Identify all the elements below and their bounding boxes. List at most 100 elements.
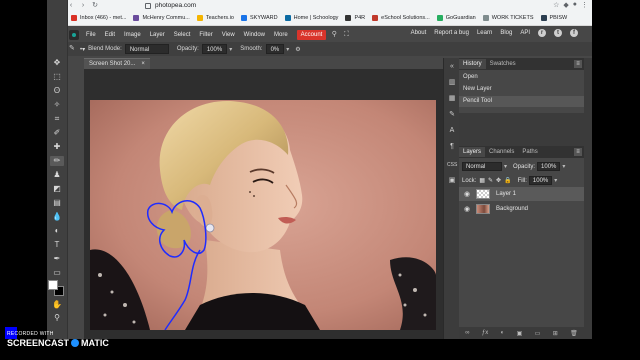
history-item[interactable]: New Layer xyxy=(459,84,584,95)
menu-select[interactable]: Select xyxy=(174,32,191,38)
link-report-bug[interactable]: Report a bug xyxy=(434,30,469,36)
bookmark-teachers[interactable]: Teachers.io xyxy=(196,15,234,21)
bookmark-eschool[interactable]: eSchool Solutions... xyxy=(372,15,430,21)
fill-dropdown-icon[interactable]: ▾ xyxy=(554,177,557,184)
layer-row[interactable]: ◉ Background xyxy=(459,202,584,216)
zoom-tool-icon[interactable]: ⚲ xyxy=(50,313,64,323)
kebab-menu-icon[interactable]: ⋮ xyxy=(581,1,588,9)
eye-icon[interactable]: ◉ xyxy=(462,190,472,198)
brush-icon[interactable]: ✎ xyxy=(447,110,457,120)
layer-blend-dropdown-icon[interactable]: ▾ xyxy=(504,163,507,170)
menu-filter[interactable]: Filter xyxy=(199,32,212,38)
eraser-tool-icon[interactable]: ◩ xyxy=(50,184,64,194)
link-api[interactable]: API xyxy=(520,30,530,36)
twitter-icon[interactable]: t xyxy=(554,29,562,37)
bookmark-gmail[interactable]: Inbox (466) - met... xyxy=(71,15,126,21)
blur-tool-icon[interactable]: 💧 xyxy=(50,212,64,222)
menu-edit[interactable]: Edit xyxy=(105,32,115,38)
bookmark-skyward[interactable]: SKYWARD xyxy=(240,15,278,21)
pencil-tool-icon[interactable]: ✏ xyxy=(50,156,64,166)
menu-image[interactable]: Image xyxy=(124,32,141,38)
address-field[interactable]: photopea.com xyxy=(145,1,196,10)
type-tool-icon[interactable]: T xyxy=(50,240,64,250)
pencil-icon[interactable]: ✎ xyxy=(69,45,77,53)
lock-all-icon[interactable]: 🔒 xyxy=(504,177,511,184)
layer-opacity-dropdown-icon[interactable]: ▾ xyxy=(562,163,565,170)
pen-tool-icon[interactable]: ✒ xyxy=(50,254,64,264)
dodge-tool-icon[interactable]: ◐ xyxy=(50,226,64,236)
tab-layers[interactable]: Layers xyxy=(459,147,486,157)
profile-icon[interactable]: ● xyxy=(573,1,577,9)
menu-file[interactable]: File xyxy=(86,32,96,38)
bookmark-pbisw[interactable]: PBISW xyxy=(540,15,567,21)
bookmark-work-tickets[interactable]: WORK TICKETS xyxy=(482,15,534,21)
tab-swatches[interactable]: Swatches xyxy=(486,59,520,69)
layer-opacity-field[interactable]: 100% xyxy=(537,162,561,171)
facebook-icon[interactable]: f xyxy=(570,29,578,37)
star-icon[interactable]: ☆ xyxy=(553,1,559,9)
layer-blend-select[interactable]: Normal xyxy=(462,162,502,171)
blend-mode-select[interactable]: Normal xyxy=(124,44,169,54)
lasso-tool-icon[interactable]: ʘ xyxy=(50,86,64,96)
link-learn[interactable]: Learn xyxy=(477,30,492,36)
layer-row[interactable]: ◉ Layer 1 xyxy=(459,187,584,201)
menu-view[interactable]: View xyxy=(222,32,235,38)
tab-history[interactable]: History xyxy=(459,59,486,69)
link-about[interactable]: About xyxy=(411,30,427,36)
smooth-dropdown-icon[interactable]: ▾ xyxy=(286,46,289,53)
color-swatches[interactable] xyxy=(48,280,66,298)
hand-tool-icon[interactable]: ✋ xyxy=(50,300,64,310)
clone-stamp-tool-icon[interactable]: ♟ xyxy=(50,170,64,180)
lock-move-icon[interactable]: ✥ xyxy=(496,177,501,184)
magic-wand-tool-icon[interactable]: ✧ xyxy=(50,100,64,110)
lock-paint-icon[interactable]: ✎ xyxy=(488,177,493,184)
character-icon[interactable]: A xyxy=(447,126,457,136)
layer-effects-icon[interactable]: ƒx xyxy=(482,330,488,336)
back-icon[interactable]: ‹ xyxy=(67,1,75,10)
move-tool-icon[interactable]: ✥ xyxy=(50,58,64,68)
brush-size-icon[interactable]: •▾ xyxy=(80,46,85,53)
smooth-field[interactable]: 0% xyxy=(265,44,285,54)
fill-field[interactable]: 100% xyxy=(528,176,553,185)
menu-window[interactable]: Window xyxy=(244,32,265,38)
delete-layer-icon[interactable]: 🗑 xyxy=(570,330,578,337)
panel-menu-icon[interactable]: ≡ xyxy=(574,60,582,68)
image-icon[interactable]: ▣ xyxy=(447,176,457,186)
bookmark-schoology[interactable]: Home | Schoology xyxy=(284,15,338,21)
menu-layer[interactable]: Layer xyxy=(150,32,165,38)
bookmark-mchenry[interactable]: McHenry Commu... xyxy=(133,15,190,21)
forward-icon[interactable]: › xyxy=(79,1,87,10)
lock-pixels-icon[interactable]: ▦ xyxy=(479,177,485,184)
reload-icon[interactable]: ↻ xyxy=(91,1,99,10)
new-folder-icon[interactable]: ▭ xyxy=(535,330,541,337)
paragraph-icon[interactable]: ¶ xyxy=(447,142,457,152)
account-button[interactable]: Account xyxy=(296,29,327,40)
history-icon[interactable]: ▥ xyxy=(447,78,457,88)
new-layer-icon[interactable]: ⊞ xyxy=(553,330,558,337)
mask-icon[interactable]: ▣ xyxy=(517,330,523,337)
menu-more[interactable]: More xyxy=(274,32,288,38)
link-blog[interactable]: Blog xyxy=(500,30,512,36)
document-tab[interactable]: Screen Shot 20... × xyxy=(84,57,150,69)
image-canvas[interactable] xyxy=(90,100,436,330)
history-item[interactable]: Pencil Tool xyxy=(459,96,584,107)
settings-gear-icon[interactable]: ⚙ xyxy=(295,46,300,53)
eyedropper-tool-icon[interactable]: ✐ xyxy=(50,128,64,138)
tab-channels[interactable]: Channels xyxy=(485,147,518,157)
swatches-icon[interactable]: ▦ xyxy=(447,94,457,104)
panel-menu-icon[interactable]: ≡ xyxy=(574,148,582,156)
search-icon[interactable]: ⚲ xyxy=(330,31,338,39)
opacity-field[interactable]: 100% xyxy=(201,44,228,54)
fullscreen-icon[interactable]: ⛶ xyxy=(342,31,350,39)
css-icon[interactable]: CSS xyxy=(447,160,457,170)
healing-tool-icon[interactable]: ✚ xyxy=(50,142,64,152)
crop-tool-icon[interactable]: ⌗ xyxy=(50,114,64,124)
extensions-icon[interactable]: ◆ xyxy=(563,1,568,9)
tab-paths[interactable]: Paths xyxy=(518,147,541,157)
bookmark-p4r[interactable]: P4R xyxy=(345,15,365,21)
foreground-color-swatch[interactable] xyxy=(48,280,58,290)
opacity-dropdown-icon[interactable]: ▾ xyxy=(229,46,232,53)
shape-tool-icon[interactable]: ▭ xyxy=(50,268,64,278)
link-layers-icon[interactable]: ∞ xyxy=(465,330,469,336)
history-item[interactable]: Open xyxy=(459,72,584,83)
